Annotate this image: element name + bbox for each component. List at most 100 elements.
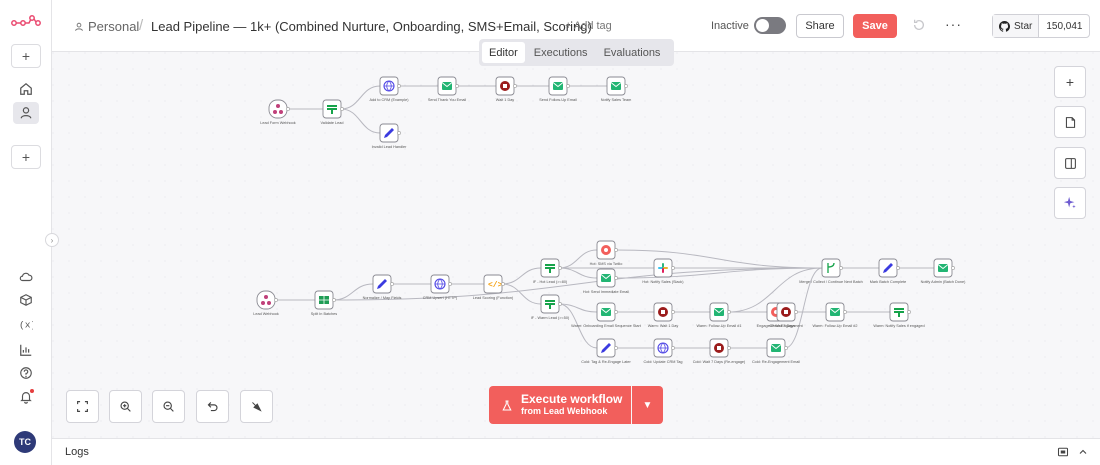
workflow-node-label: Normalize / Map Fields <box>363 296 402 300</box>
add-project-button[interactable]: + <box>11 145 41 169</box>
popout-icon[interactable] <box>1057 446 1069 458</box>
node-output-handle[interactable] <box>727 346 731 350</box>
create-button[interactable]: + <box>11 44 41 68</box>
breadcrumb-separator: / <box>139 17 144 34</box>
fit-view-button[interactable] <box>66 390 99 423</box>
plus-icon: + <box>21 149 31 165</box>
node-output-handle[interactable] <box>390 282 394 286</box>
insights-nav[interactable] <box>13 339 39 361</box>
save-button[interactable]: Save <box>853 14 897 38</box>
workflow-name[interactable]: Lead Pipeline — 1k+ (Combined Nurture, O… <box>151 19 592 34</box>
node-output-handle[interactable] <box>286 107 290 111</box>
node-output-handle[interactable] <box>397 84 401 88</box>
workflow-node-label: Lead Form Webhook <box>260 121 295 125</box>
add-tag-link[interactable]: + Add tag <box>565 20 612 32</box>
workflow-node-label: Warm: Follow-Up Email #2 <box>812 324 857 328</box>
breadcrumb-project[interactable]: Personal <box>74 19 139 34</box>
workflow-node-label: Hot: Notify Sales (Slack) <box>642 280 684 284</box>
node-output-handle[interactable] <box>614 346 618 350</box>
home-nav[interactable] <box>13 78 39 100</box>
cloud-nav[interactable] <box>13 266 39 288</box>
github-star-label: Star <box>1014 20 1033 32</box>
node-output-handle[interactable] <box>671 310 675 314</box>
app-root: + + › (x) TC Person <box>0 0 1100 465</box>
ai-assistant-button[interactable] <box>1054 187 1086 219</box>
user-icon <box>75 22 83 31</box>
node-output-handle[interactable] <box>566 84 570 88</box>
more-options-icon[interactable]: ··· <box>945 16 962 32</box>
variables-nav[interactable]: (x) <box>13 313 39 335</box>
node-output-handle[interactable] <box>332 298 336 302</box>
workflow-node-label: Notify Sales Team <box>601 98 632 102</box>
reset-zoom-button[interactable] <box>196 390 229 423</box>
node-output-handle[interactable] <box>839 266 843 270</box>
personal-nav[interactable] <box>13 102 39 124</box>
node-output-handle[interactable] <box>558 302 562 306</box>
node-output-handle[interactable] <box>397 131 401 135</box>
help-nav[interactable] <box>13 362 39 384</box>
node-output-handle[interactable] <box>907 310 911 314</box>
chevron-up-icon[interactable] <box>1077 446 1089 458</box>
add-node-button[interactable]: + <box>1054 66 1086 98</box>
node-output-handle[interactable] <box>614 310 618 314</box>
node-output-handle[interactable] <box>455 84 459 88</box>
zoom-in-icon <box>120 401 131 412</box>
workflow-node-split-batches[interactable]: Split In Batches <box>311 290 337 316</box>
node-output-handle[interactable] <box>671 346 675 350</box>
node-output-handle[interactable] <box>784 346 788 350</box>
tidy-up-button[interactable] <box>240 390 273 423</box>
node-output-handle[interactable] <box>896 266 900 270</box>
node-output-handle[interactable] <box>513 84 517 88</box>
node-output-handle[interactable] <box>843 310 847 314</box>
workflow-active-toggle[interactable] <box>754 17 786 34</box>
note-icon <box>1065 116 1075 128</box>
node-output-handle[interactable] <box>340 107 344 111</box>
node-output-handle[interactable] <box>624 84 628 88</box>
flask-icon <box>502 399 512 411</box>
box-icon <box>20 294 32 306</box>
node-output-handle[interactable] <box>671 266 675 270</box>
logs-panel-bar[interactable]: Logs <box>52 438 1100 465</box>
sidebar-collapse-toggle[interactable]: › <box>45 233 59 247</box>
node-output-handle[interactable] <box>501 282 505 286</box>
execute-options-dropdown[interactable]: ▼ <box>632 386 663 424</box>
notifications-nav[interactable] <box>13 386 39 408</box>
home-icon <box>20 82 32 95</box>
node-output-handle[interactable] <box>558 266 562 270</box>
variables-icon: (x) <box>19 320 33 331</box>
share-button[interactable]: Share <box>796 14 844 38</box>
chevron-down-icon: ▼ <box>642 399 653 411</box>
github-star-button[interactable]: Star 150,041 <box>992 14 1090 38</box>
tab-executions[interactable]: Executions <box>527 42 595 63</box>
toggle-panel-button[interactable] <box>1054 147 1086 179</box>
sticky-note-button[interactable] <box>1054 106 1086 138</box>
notification-dot <box>30 389 34 393</box>
templates-nav[interactable] <box>13 289 39 311</box>
tab-editor[interactable]: Editor <box>482 42 525 63</box>
history-icon[interactable] <box>912 18 926 32</box>
workflow-node-validate[interactable]: Validate Lead <box>321 99 344 125</box>
execute-workflow-button[interactable]: Execute workflow from Lead Webhook <box>489 386 631 424</box>
node-output-handle[interactable] <box>727 310 731 314</box>
github-star-count: 150,041 <box>1046 20 1083 32</box>
n8n-logo-icon[interactable] <box>11 14 41 30</box>
user-avatar[interactable]: TC <box>14 431 36 453</box>
zoom-out-button[interactable] <box>152 390 185 423</box>
node-output-handle[interactable] <box>614 276 618 280</box>
node-output-handle[interactable] <box>448 282 452 286</box>
workflow-node-label: Check Engagement <box>769 324 803 328</box>
node-output-handle[interactable] <box>274 298 278 302</box>
chevron-right-icon: › <box>50 235 54 245</box>
workflow-canvas[interactable]: Lead Form Webhook Validate Lead Add to CRM… <box>52 52 1100 438</box>
execute-label: Execute workflow <box>521 392 623 407</box>
node-output-handle[interactable] <box>951 266 955 270</box>
workflow-node-label: Cold: Tag & Re-Engage Later <box>581 360 631 364</box>
zoom-in-button[interactable] <box>109 390 142 423</box>
tab-evaluations[interactable]: Evaluations <box>597 42 668 63</box>
workflow-node-label: Split In Batches <box>311 312 337 316</box>
help-icon <box>20 367 32 379</box>
node-output-handle[interactable] <box>794 310 798 314</box>
node-output-handle[interactable] <box>614 248 618 252</box>
workflow-node-wait1[interactable]: Wait 1 Day <box>495 76 517 102</box>
workflow-node-label: Notify Admin (Batch Done) <box>921 280 966 284</box>
